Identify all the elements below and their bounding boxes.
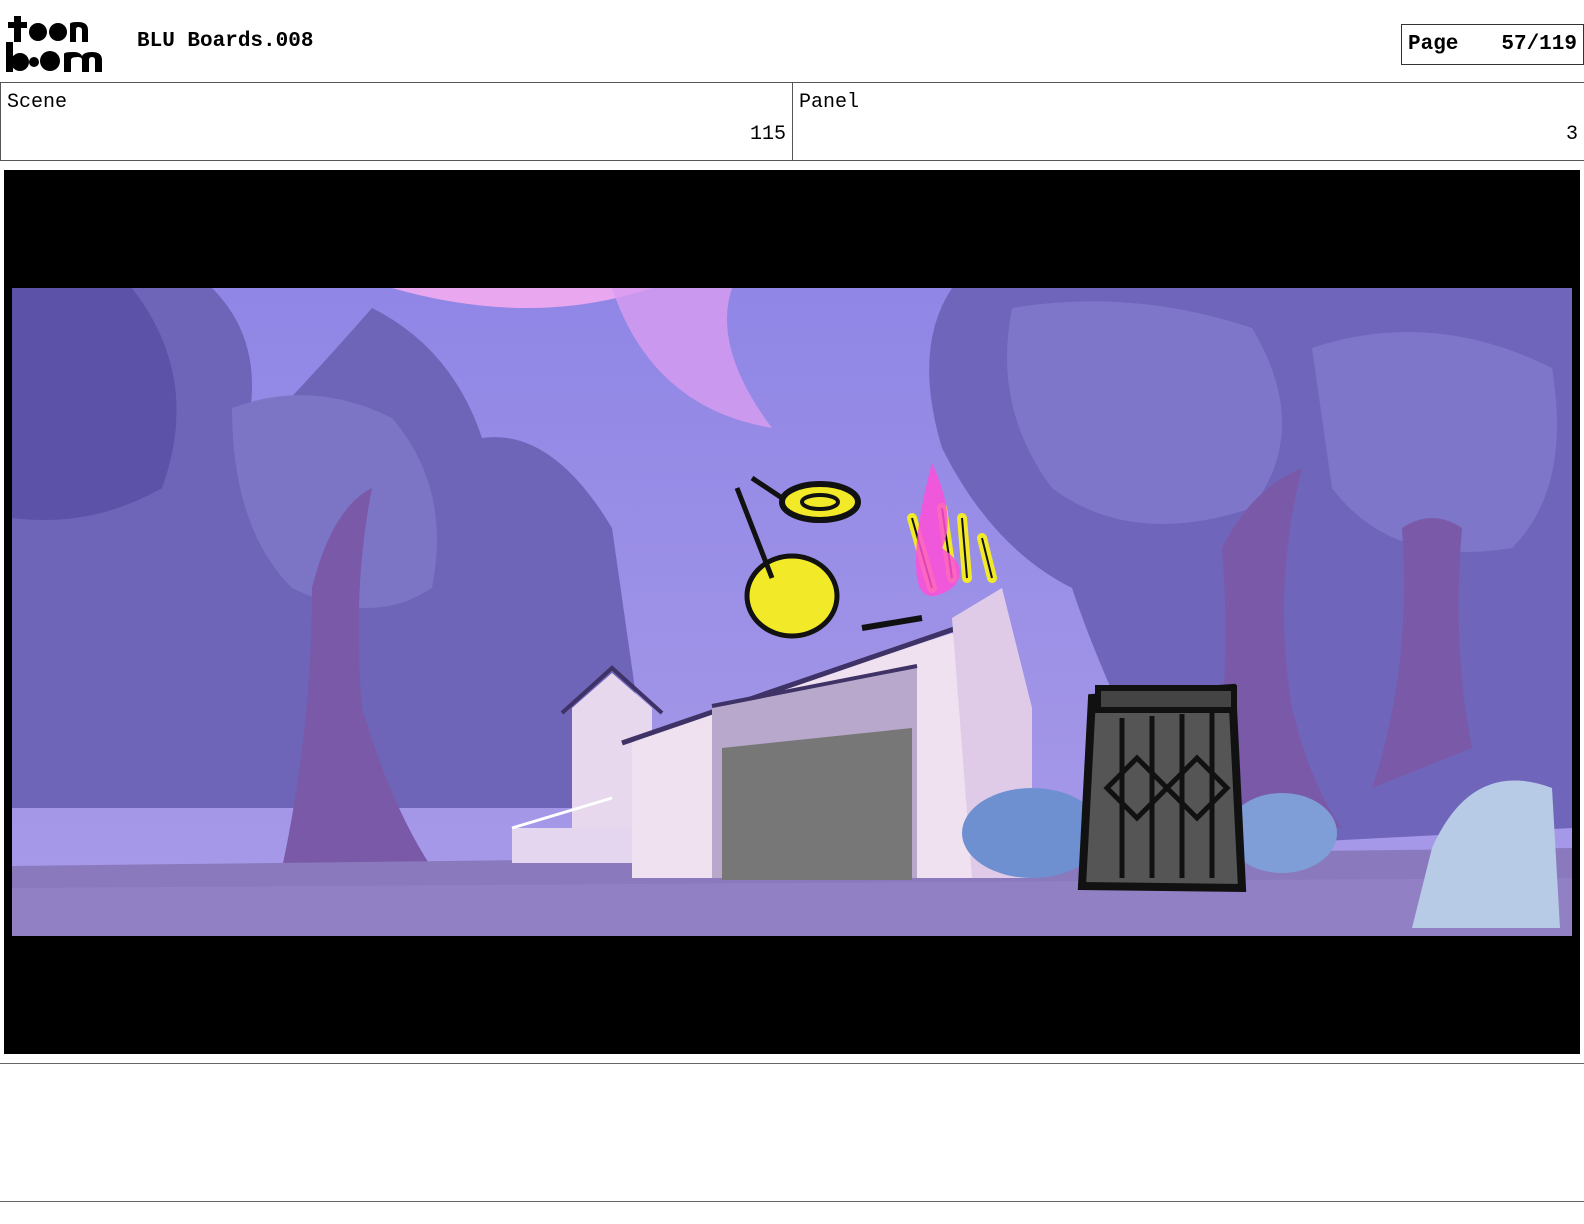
storyboard-frame — [4, 170, 1580, 1054]
scene-cell: Scene 115 — [0, 83, 793, 160]
scene-panel-info-row: Scene 115 Panel 3 — [0, 82, 1584, 161]
toon-boom-logo — [4, 12, 116, 74]
panel-number: 3 — [1565, 123, 1578, 146]
page-label: Page — [1408, 33, 1459, 56]
page-number: 57/119 — [1501, 33, 1577, 56]
panel-cell: Panel 3 — [793, 83, 1584, 160]
panel-label: Panel — [799, 91, 860, 114]
page-indicator: Page 57/119 — [1401, 24, 1584, 65]
document-title: BLU Boards.008 — [137, 30, 314, 53]
storyboard-panel-illustration — [12, 288, 1572, 936]
scene-label: Scene — [7, 91, 68, 114]
panel-notes-area — [0, 1063, 1584, 1202]
scene-number: 115 — [749, 123, 786, 146]
